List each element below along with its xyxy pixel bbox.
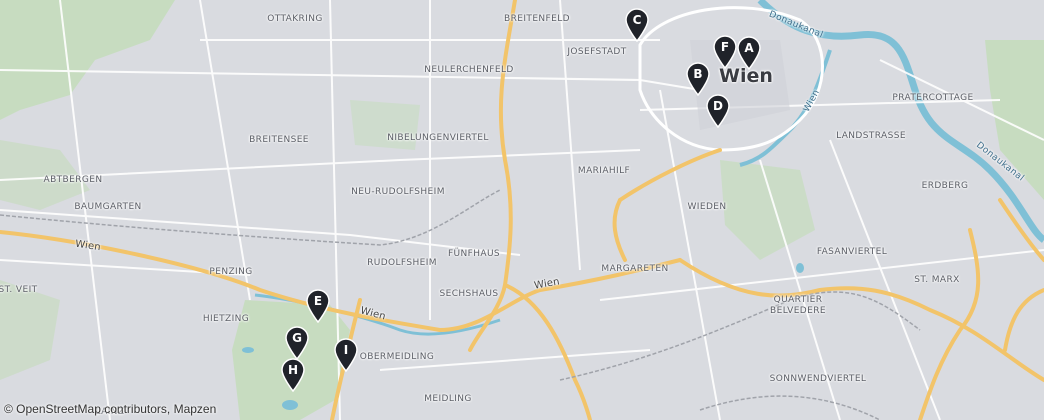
district-label-wieden: WIEDEN: [687, 202, 727, 212]
district-label-meidling: MEIDLING: [424, 394, 472, 404]
map-marker-a[interactable]: A: [736, 36, 762, 70]
district-label-josefstadt: JOSEFSTADT: [567, 47, 627, 57]
district-label-funfhaus: FÜNFHAUS: [447, 249, 501, 259]
marker-label: A: [744, 41, 754, 55]
marker-label: F: [720, 40, 730, 54]
district-label-sechshaus: SECHSHAUS: [439, 289, 499, 299]
district-label-nibelungenviertel: NIBELUNGENVIERTEL: [387, 133, 489, 143]
map-marker-i[interactable]: I: [333, 338, 359, 372]
marker-label: I: [343, 343, 349, 357]
marker-label: G: [292, 331, 302, 345]
map-marker-c[interactable]: C: [624, 8, 650, 42]
district-label-abtbergen: ABTBERGEN: [43, 175, 103, 185]
marker-label: E: [313, 294, 323, 308]
district-label-baumgarten: BAUMGARTEN: [74, 202, 142, 212]
map-marker-f[interactable]: F: [712, 35, 738, 69]
district-label-sonnwendviertel: SONNWENDVIERTEL: [769, 374, 867, 384]
marker-label: D: [713, 99, 723, 113]
district-label-rudolfsheim: RUDOLFSHEIM: [367, 258, 437, 268]
district-label-margareten: MARGARETEN: [601, 264, 669, 274]
map-marker-h[interactable]: H: [280, 358, 306, 392]
map-marker-g[interactable]: G: [284, 326, 310, 360]
district-label-neu-rudolfsheim: NEU-RUDOLFSHEIM: [351, 187, 445, 197]
map-attribution[interactable]: © OpenStreetMap contributors, Mapzen: [4, 402, 216, 416]
district-label-pratercottage: PRATERCOTTAGE: [892, 93, 974, 103]
map-marker-d[interactable]: D: [705, 94, 731, 128]
district-label-breitensee: BREITENSEE: [249, 135, 309, 145]
marker-label: H: [287, 363, 299, 377]
district-label-fasanviertel: FASANVIERTEL: [816, 247, 888, 257]
district-label-penzing: PENZING: [209, 267, 253, 277]
district-label-obermeidling: OBERMEIDLING: [359, 352, 435, 362]
district-label-neulerchenfeld: NEULERCHENFELD: [424, 65, 514, 75]
map-marker-e[interactable]: E: [305, 289, 331, 323]
district-label-st-marx: ST. MARX: [914, 275, 960, 285]
district-label-breitenfeld: BREITENFELD: [504, 14, 570, 24]
district-label-st-veit: ST. VEIT: [0, 285, 38, 295]
streets: [0, 0, 1044, 420]
district-label-ottakring: OTTAKRING: [267, 14, 323, 24]
district-label-belvedere: BELVEDERE: [770, 306, 826, 316]
district-label-quartier: QUARTIER: [773, 295, 823, 305]
marker-label: B: [693, 67, 703, 81]
map-view[interactable]: OTTAKRING BREITENFELD JOSEFSTADT NEULERC…: [0, 0, 1044, 420]
district-label-hietzing: HIETZING: [202, 314, 250, 324]
district-label-mariahilf: MARIAHILF: [577, 166, 631, 176]
marker-label: C: [632, 13, 642, 27]
map-base-layer: [0, 0, 1044, 420]
map-marker-b[interactable]: B: [685, 62, 711, 96]
district-label-erdberg: ERDBERG: [921, 181, 969, 191]
district-label-landstrasse: LANDSTRASSE: [836, 131, 906, 141]
